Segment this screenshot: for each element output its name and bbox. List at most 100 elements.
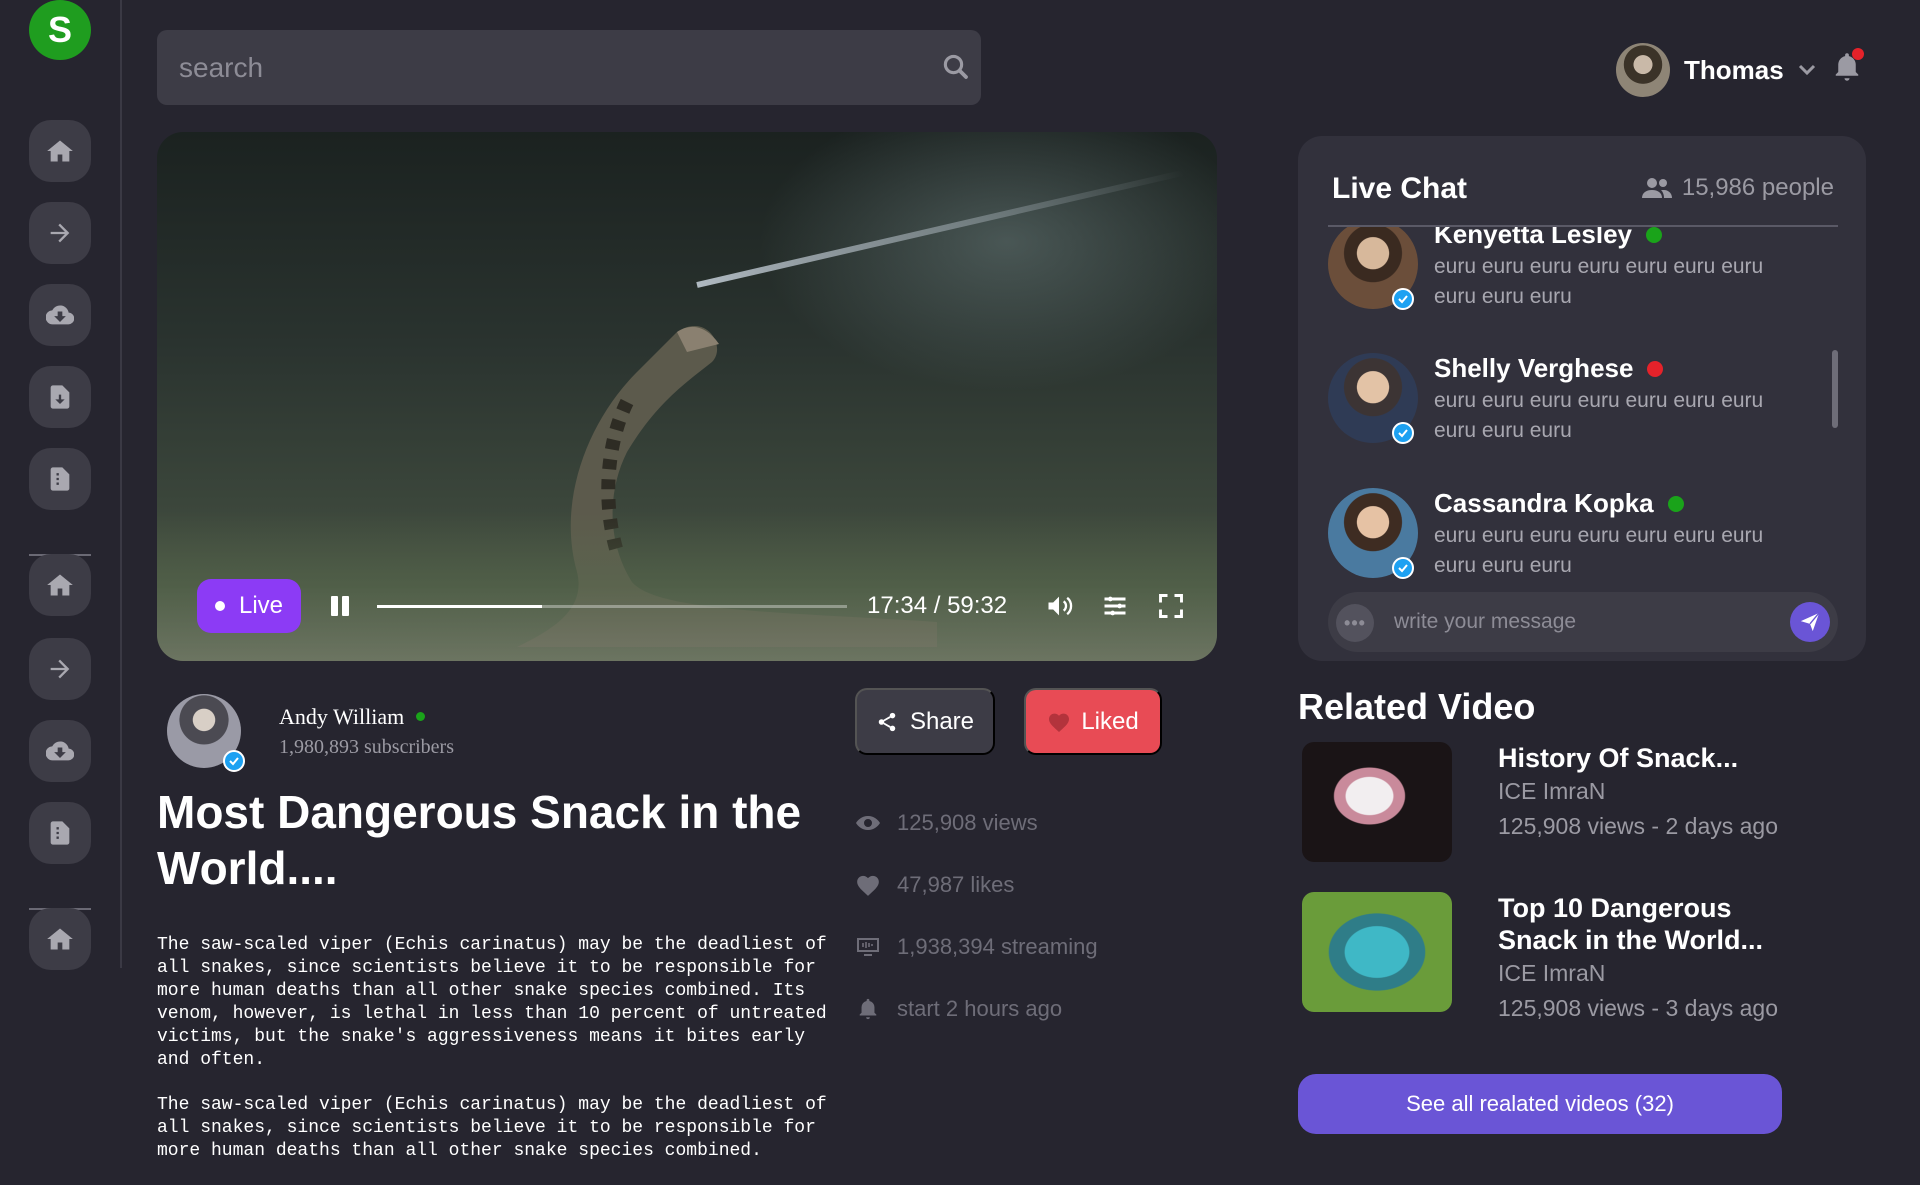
channel-name-row: Andy William [279, 704, 454, 730]
live-label: Live [238, 592, 284, 619]
notification-button[interactable] [1832, 48, 1864, 84]
related-video-item[interactable]: Top 10 Dangerous Snack in the World... I… [1302, 892, 1798, 1022]
sidebar-item-file-2[interactable] [29, 802, 91, 864]
users-icon [1641, 178, 1672, 198]
send-button[interactable] [1790, 602, 1830, 642]
sidebar-item-forward-2[interactable] [29, 638, 91, 700]
verified-icon [1392, 422, 1414, 444]
start-time: start 2 hours ago [897, 996, 1063, 1021]
live-dot [214, 601, 225, 611]
emoji-button[interactable]: ••• [1336, 604, 1374, 642]
pause-icon[interactable] [329, 595, 351, 617]
chat-message: Cassandra Kopka euru euru euru euru euru… [1328, 488, 1828, 581]
verified-icon [1392, 557, 1414, 579]
volume-icon[interactable] [1045, 592, 1073, 620]
share-label: Share [909, 707, 975, 735]
likes-count: 47,987 likes [897, 872, 1015, 897]
message-name-row: Cassandra Kopka [1434, 488, 1804, 519]
stat-likes: 47,987 likes [855, 854, 1098, 916]
live-chat-panel: Live Chat 15,986 people Kenyetta Lesley … [1298, 136, 1866, 661]
search-icon[interactable] [941, 52, 971, 82]
message-text: euru euru euru euru euru euru euru euru … [1434, 255, 1764, 308]
message-name-row: Shelly Verghese [1434, 353, 1804, 384]
search-bar [157, 30, 981, 105]
heart-icon [1049, 713, 1070, 732]
fullscreen-icon[interactable] [1157, 592, 1185, 620]
video-player[interactable]: Live 17:34 / 59:32 [157, 132, 1217, 661]
sidebar-item-file[interactable] [29, 448, 91, 510]
channel-subscribers: 1,980,893 subscribers [279, 735, 454, 758]
related-info: History Of Snack... ICE ImraN 125,908 vi… [1498, 742, 1798, 862]
related-title[interactable]: History Of Snack... [1498, 742, 1798, 774]
stat-views: 125,908 views [855, 792, 1098, 854]
channel-name[interactable]: Andy William [279, 704, 404, 730]
sidebar-item-cloud-download[interactable] [29, 284, 91, 346]
chat-message: Kenyetta Lesley euru euru euru euru euru… [1328, 227, 1828, 312]
channel-avatar-wrap[interactable] [167, 694, 245, 772]
user-menu[interactable]: Thomas [1616, 42, 1816, 98]
description-paragraph: The saw-scaled viper (Echis carinatus) m… [157, 935, 827, 1070]
related-thumbnail[interactable] [1302, 742, 1452, 862]
message-body: Kenyetta Lesley euru euru euru euru euru… [1434, 227, 1804, 312]
chat-message-input[interactable] [1394, 592, 1774, 652]
user-name: Thomas [1684, 54, 1784, 85]
search-input[interactable] [179, 30, 919, 105]
share-button[interactable]: Share [855, 688, 995, 755]
verified-icon [223, 750, 245, 772]
sidebar-item-home-3[interactable] [29, 908, 91, 970]
video-title: Most Dangerous Snack in the World.... [157, 786, 802, 894]
share-icon [878, 712, 896, 731]
playback-time: 17:34 / 59:32 [867, 592, 1008, 619]
app-logo[interactable]: S [29, 0, 91, 60]
file-download-icon [50, 385, 70, 409]
sidebar-item-home-2[interactable] [29, 554, 91, 616]
online-indicator [416, 712, 426, 721]
progress-bar[interactable] [377, 604, 847, 608]
chat-message: Shelly Verghese euru euru euru euru euru… [1328, 353, 1828, 446]
message-body: Shelly Verghese euru euru euru euru euru… [1434, 353, 1804, 446]
video-description: The saw-scaled viper (Echis carinatus) m… [157, 934, 833, 1185]
sidebar-item-cloud-download-2[interactable] [29, 720, 91, 782]
home-icon [47, 140, 73, 162]
stat-streaming: 1,938,394 streaming [855, 916, 1098, 978]
arrow-right-icon [50, 659, 70, 679]
message-avatar-wrap [1328, 353, 1418, 446]
home-icon [47, 928, 73, 950]
related-thumbnail[interactable] [1302, 892, 1452, 1012]
live-button[interactable]: Live [197, 579, 301, 633]
sidebar-item-file-download[interactable] [29, 366, 91, 428]
description-paragraph: The saw-scaled viper (Echis carinatus) m… [157, 1095, 827, 1161]
chat-input-bar: ••• [1328, 592, 1838, 652]
chat-scrollbar[interactable] [1832, 350, 1838, 428]
sidebar: S [0, 0, 122, 1162]
monitor-stream-icon [857, 938, 879, 956]
stat-started: start 2 hours ago [855, 978, 1098, 1040]
message-author: Shelly Verghese [1434, 353, 1634, 383]
related-title[interactable]: Top 10 Dangerous Snack in the World... [1498, 892, 1798, 956]
user-avatar [1616, 43, 1670, 97]
related-video-item[interactable]: History Of Snack... ICE ImraN 125,908 vi… [1302, 742, 1798, 862]
chat-people-count: 15,986 people [1641, 174, 1834, 202]
liked-button[interactable]: Liked [1024, 688, 1162, 755]
views-count: 125,908 views [897, 810, 1038, 835]
related-info: Top 10 Dangerous Snack in the World... I… [1498, 892, 1798, 1022]
related-channel: ICE ImraN [1498, 778, 1606, 804]
channel-info: Andy William 1,980,893 subscribers [167, 694, 454, 772]
cloud-download-icon [46, 305, 74, 325]
sidebar-item-forward[interactable] [29, 202, 91, 264]
related-meta: 125,908 views - 3 days ago [1498, 995, 1779, 1021]
cloud-download-icon [46, 741, 74, 761]
see-all-related-button[interactable]: See all realated videos (32) [1298, 1074, 1782, 1134]
chevron-down-icon [1798, 64, 1815, 76]
video-stats: 125,908 views 47,987 likes 1,938,394 str… [855, 792, 1098, 1040]
related-heading: Related Video [1298, 686, 1536, 727]
send-icon [1800, 612, 1820, 632]
home-icon [47, 574, 73, 596]
status-online [1667, 495, 1684, 512]
people-count: 15,986 people [1681, 174, 1834, 201]
sidebar-item-home[interactable] [29, 120, 91, 182]
file-icon [50, 467, 70, 491]
settings-icon[interactable] [1101, 592, 1129, 620]
chat-messages[interactable]: Kenyetta Lesley euru euru euru euru euru… [1328, 227, 1848, 587]
message-text: euru euru euru euru euru euru euru euru … [1434, 524, 1764, 577]
